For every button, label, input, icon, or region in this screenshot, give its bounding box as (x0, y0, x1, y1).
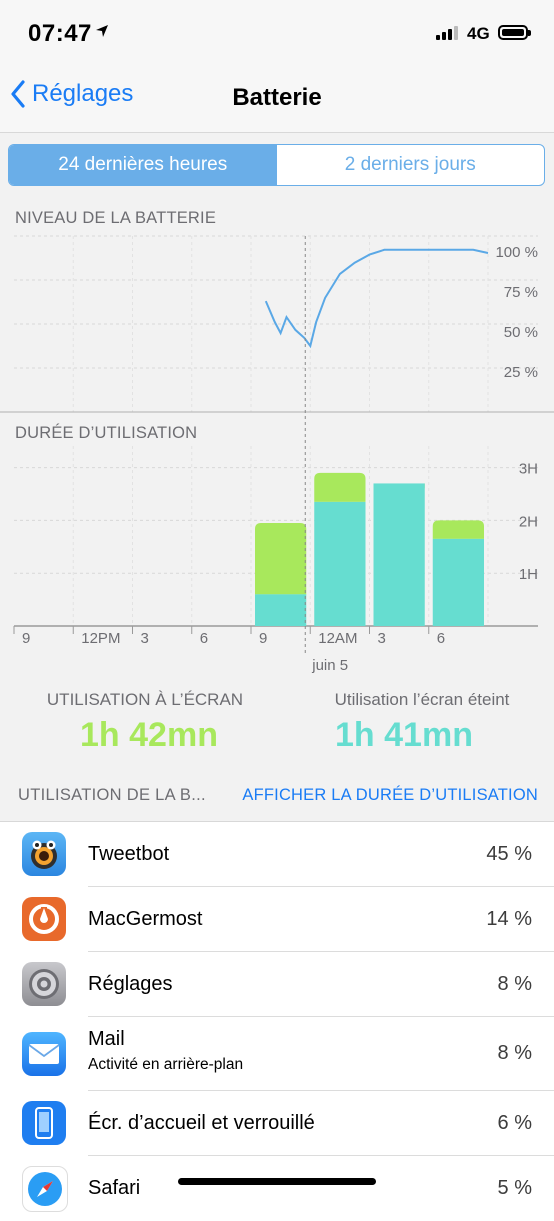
screen-on-value: 1h 42mn (80, 716, 218, 754)
app-name: Safari (88, 1177, 141, 1199)
list-item[interactable]: Mail Activité en arrière-plan 8 % (0, 1017, 554, 1091)
usage-bar (432, 520, 484, 626)
battery-usage-title: UTILISATION DE LA B... (18, 786, 206, 804)
mail-envelope-icon (22, 1032, 66, 1076)
app-percent: 6 % (497, 1112, 532, 1134)
list-item[interactable]: MacGermost 14 % (0, 887, 554, 952)
usage-x-tick: 9 (259, 630, 267, 647)
segment-24h[interactable]: 24 dernières heures (9, 145, 277, 185)
phone-screen-icon (22, 1101, 66, 1145)
usage-y-tick: 2H (519, 513, 538, 530)
usage-x-tick: 12PM (81, 630, 120, 647)
show-usage-duration-link[interactable]: AFFICHER LA DURÉE D’UTILISATION (242, 786, 538, 805)
battery-usage-charts: 100 % 75 % 50 % 25 % 3H 2H 1H 9 12PM 3 6 9 12AM 3 6 jui… (0, 235, 554, 674)
usage-bar-screen-off (255, 594, 307, 626)
app-usage-list: Tweetbot 45 % MacGermost 14 % Réglages 8… (0, 821, 554, 1221)
home-indicator (178, 1178, 376, 1185)
screen-usage-stats: UTILISATION À L’ÉCRAN 1h 42mn Utilisatio… (0, 688, 554, 758)
status-time: 07:47 (28, 20, 92, 47)
app-name: Tweetbot (88, 843, 170, 865)
usage-bar-screen-on (432, 520, 484, 539)
battery-y-tick: 25 % (504, 364, 538, 381)
screen-off-value: 1h 41mn (335, 716, 473, 754)
network-type: 4G (467, 24, 490, 43)
usage-bar (373, 483, 425, 626)
usage-bar (255, 523, 307, 626)
app-name: Écr. d’accueil et verrouillé (88, 1112, 315, 1134)
segment-2days[interactable]: 2 derniers jours (277, 145, 545, 185)
battery-y-tick: 75 % (504, 284, 538, 301)
app-name: Réglages (88, 973, 173, 995)
app-subtitle: Activité en arrière-plan (88, 1056, 244, 1073)
list-item[interactable]: Safari 5 % (0, 1156, 554, 1221)
app-percent: 45 % (486, 843, 532, 865)
usage-y-tick: 1H (519, 566, 538, 583)
usage-bar-screen-off (314, 501, 366, 626)
app-percent: 8 % (497, 1042, 532, 1064)
usage-x-tick: 9 (22, 630, 30, 647)
cellular-signal-icon (436, 26, 462, 40)
safari-compass-icon (22, 1166, 68, 1212)
usage-y-tick: 3H (519, 461, 538, 478)
battery-icon (498, 25, 531, 40)
settings-gear-icon (22, 962, 66, 1006)
battery-y-tick: 100 % (495, 244, 538, 261)
battery-level-line (264, 248, 489, 349)
app-name: MacGermost (88, 908, 203, 930)
app-name: Mail (88, 1028, 125, 1050)
usage-x-tick: 6 (200, 630, 208, 647)
navigation-bar: Réglages Batterie (0, 66, 554, 133)
app-percent: 5 % (497, 1177, 532, 1199)
page-title: Batterie (232, 84, 322, 111)
list-item[interactable]: Réglages 8 % (0, 952, 554, 1017)
usage-x-tick: 3 (141, 630, 149, 647)
list-item[interactable]: Tweetbot 45 % (0, 822, 554, 887)
location-arrow-icon (95, 22, 109, 43)
screen-off-label: Utilisation l’écran éteint (334, 690, 510, 709)
usage-bar-screen-off (373, 483, 425, 626)
usage-bar (314, 472, 366, 626)
usage-x-tick: 12AM (318, 630, 357, 647)
status-bar: 07:47 4G (0, 0, 554, 66)
app-percent: 8 % (497, 973, 532, 995)
usage-x-tick: 3 (378, 630, 386, 647)
screen-on-label: UTILISATION À L’ÉCRAN (46, 690, 244, 709)
usage-date-label: juin 5 (311, 657, 348, 674)
usage-x-tick: 6 (437, 630, 445, 647)
list-item[interactable]: Écr. d’accueil et verrouillé 6 % (0, 1091, 554, 1156)
mattermost-icon (22, 897, 66, 941)
usage-bar-screen-on (255, 523, 307, 595)
app-percent: 14 % (486, 908, 532, 930)
usage-bar-screen-on (314, 472, 366, 502)
battery-y-tick: 50 % (504, 324, 538, 341)
time-range-segmented-control: 24 dernières heures 2 derniers jours (8, 144, 545, 186)
tweetbot-icon (22, 832, 66, 876)
usage-bar-screen-off (432, 538, 484, 626)
